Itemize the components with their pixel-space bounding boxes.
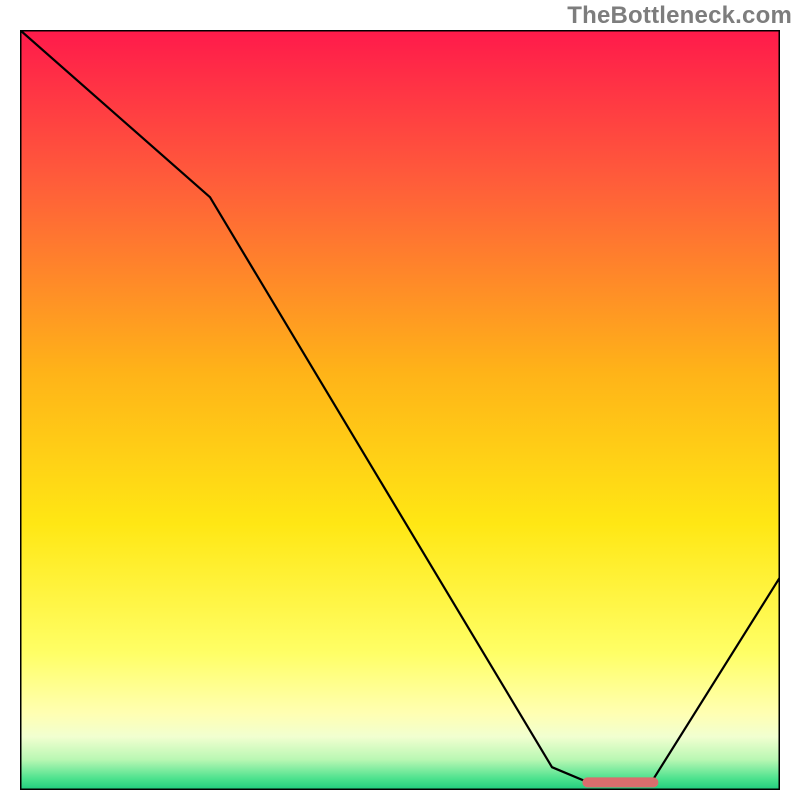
- chart-container: TheBottleneck.com: [0, 0, 800, 800]
- watermark-text: TheBottleneck.com: [567, 2, 792, 30]
- heat-gradient-bg: [20, 30, 780, 790]
- plot-area: [20, 30, 780, 790]
- optimal-range-marker: [582, 777, 658, 787]
- chart-svg: [20, 30, 780, 790]
